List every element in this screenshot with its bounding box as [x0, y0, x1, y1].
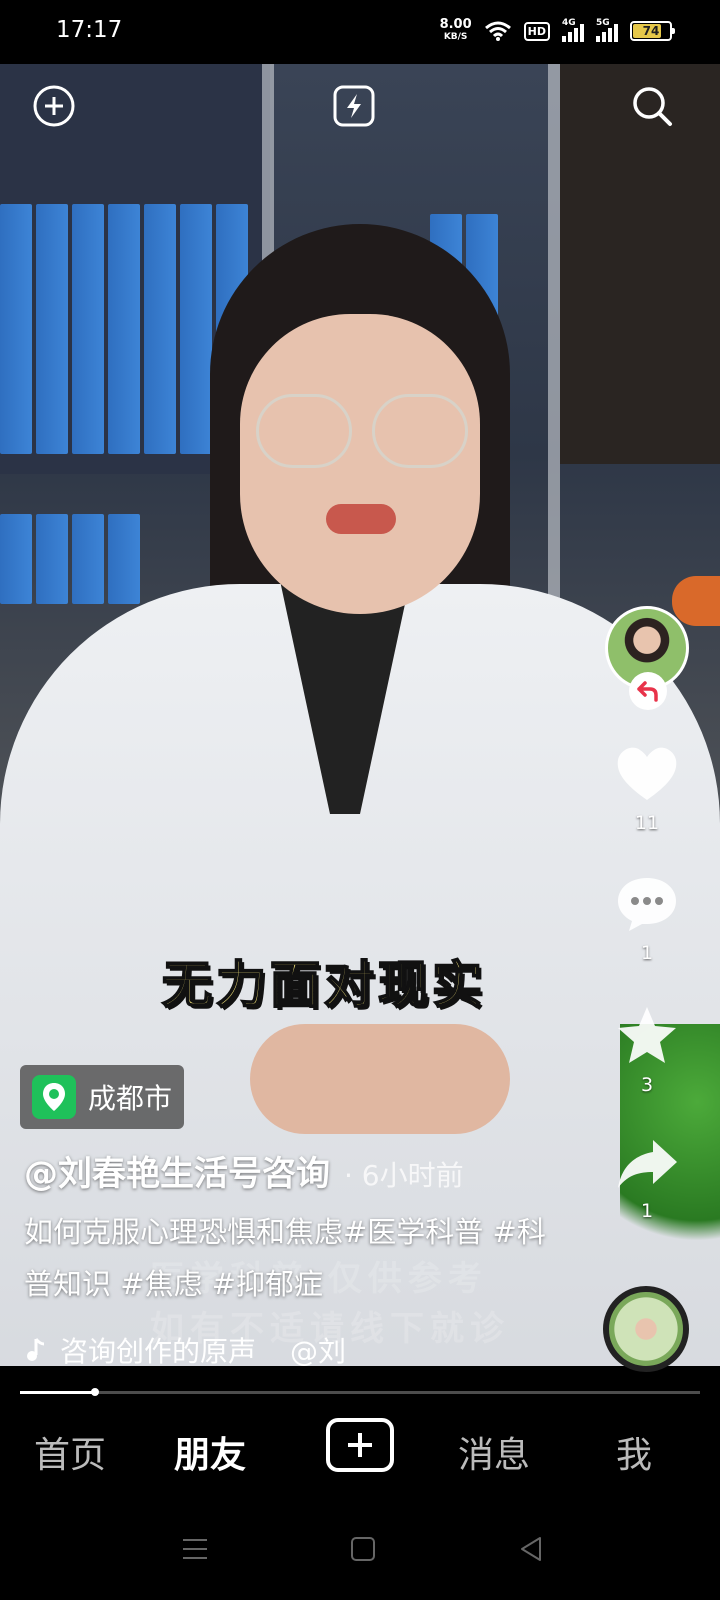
signal-4g-icon: 4G	[562, 18, 584, 42]
music-note-icon	[27, 1338, 45, 1361]
hd-badge: HD	[523, 21, 550, 41]
lightning-icon	[333, 85, 375, 127]
network-speed-unit: KB/S	[443, 32, 468, 42]
follow-back-button[interactable]	[629, 672, 667, 710]
status-bar: 17:17 8.00 KB/S HD 4G 5G 74	[0, 0, 720, 64]
comment-button[interactable]: 1	[612, 874, 682, 964]
battery-level: 74	[642, 24, 660, 38]
network-speed-value: 8.00	[439, 17, 472, 32]
menu-icon[interactable]	[182, 1536, 208, 1562]
add-button[interactable]	[32, 84, 76, 128]
home-icon[interactable]	[350, 1536, 376, 1562]
star-icon	[618, 1007, 676, 1063]
music-title: 咨询创作的原声	[60, 1335, 257, 1368]
status-icons: 8.00 KB/S HD 4G 5G 74	[439, 16, 675, 46]
wifi-icon	[484, 21, 511, 41]
battery-icon: 74	[630, 21, 675, 41]
search-icon	[633, 87, 672, 126]
favorite-button[interactable]: 3	[612, 1004, 682, 1096]
signal-4g-label: 4G	[562, 18, 576, 28]
plus-circle-icon	[33, 85, 75, 127]
video-description[interactable]: 如何克服心理恐惧和焦虑#医学科普 #科普知识 #焦虑 #抑郁症	[24, 1206, 564, 1310]
return-arrow-icon	[637, 681, 658, 702]
video-caption: 无力面对现实	[161, 955, 486, 1015]
heart-icon	[617, 747, 677, 800]
post-time: · 6小时前	[344, 1159, 464, 1192]
nav-messages[interactable]: 消息	[458, 1426, 530, 1478]
progress-fill	[20, 1391, 95, 1394]
favorite-count: 3	[640, 1074, 654, 1096]
comment-icon	[618, 878, 676, 931]
create-button[interactable]	[326, 1418, 394, 1472]
music-info[interactable]: 咨询创作的原声 @刘	[24, 1330, 346, 1370]
nav-me[interactable]: 我	[616, 1426, 652, 1478]
bottom-nav: 首页 朋友 消息 我	[0, 1396, 720, 1500]
system-nav-bar	[0, 1500, 720, 1600]
author-name[interactable]: @刘春艳生活号咨询	[24, 1146, 330, 1195]
like-count: 11	[634, 812, 660, 834]
search-button[interactable]	[630, 84, 674, 128]
nav-friends[interactable]: 朋友	[174, 1426, 246, 1478]
author-row: @刘春艳生活号咨询 · 6小时前	[24, 1146, 464, 1195]
share-count: 1	[640, 1200, 654, 1222]
like-button[interactable]: 11	[612, 744, 682, 834]
share-button[interactable]: 1	[612, 1136, 682, 1222]
status-time: 17:17	[56, 17, 123, 43]
signal-5g-icon: 5G	[596, 18, 618, 42]
plus-icon	[348, 1433, 372, 1457]
music-extra: @刘	[290, 1335, 347, 1368]
comment-count: 1	[640, 942, 654, 964]
nav-home[interactable]: 首页	[34, 1426, 106, 1478]
location-tag[interactable]: 成都市	[20, 1065, 185, 1129]
location-text: 成都市	[88, 1082, 173, 1115]
share-icon	[618, 1140, 677, 1188]
signal-5g-label: 5G	[596, 18, 610, 28]
progress-knob[interactable]	[90, 1388, 99, 1396]
location-pin-icon	[32, 1075, 76, 1119]
music-disc[interactable]	[603, 1286, 689, 1372]
back-icon[interactable]	[518, 1536, 544, 1562]
video-progress-bar[interactable]	[20, 1388, 700, 1396]
flash-button[interactable]	[332, 84, 376, 128]
network-speed: 8.00 KB/S	[439, 17, 472, 43]
